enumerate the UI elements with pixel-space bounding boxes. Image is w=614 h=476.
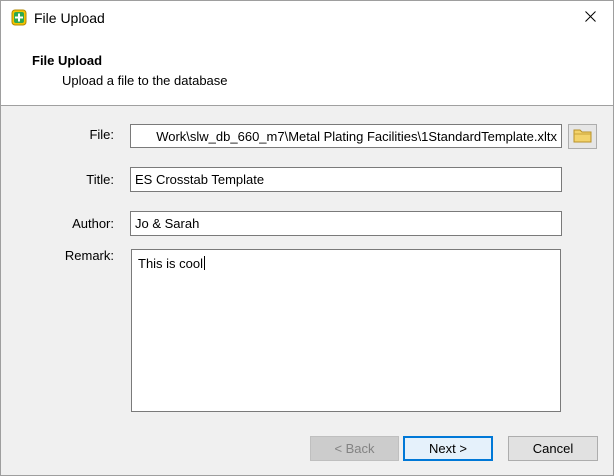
browse-button[interactable] [568, 124, 597, 149]
back-button[interactable]: < Back [310, 436, 399, 461]
file-path-value: Work\slw_db_660_m7\Metal Plating Facilit… [156, 128, 557, 144]
remark-value: This is cool [138, 256, 204, 271]
text-caret [204, 256, 206, 270]
header-subtitle: Upload a file to the database [62, 73, 228, 88]
file-path-input[interactable]: Work\slw_db_660_m7\Metal Plating Facilit… [130, 124, 562, 148]
title-label: Title: [86, 172, 114, 187]
app-plus-icon [11, 9, 27, 26]
author-label: Author: [72, 216, 114, 231]
window-title: File Upload [34, 10, 105, 26]
wizard-header: File Upload Upload a file to the databas… [1, 35, 613, 106]
remark-label: Remark: [64, 248, 114, 263]
file-upload-dialog: File Upload File Upload Upload a file to… [0, 0, 614, 476]
file-label: File: [89, 127, 114, 142]
close-button[interactable] [567, 1, 613, 34]
title-value: ES Crosstab Template [135, 172, 265, 187]
title-input[interactable]: ES Crosstab Template [130, 167, 562, 192]
next-button[interactable]: Next > [403, 436, 493, 461]
author-input[interactable]: Jo & Sarah [130, 211, 562, 236]
close-icon [584, 10, 596, 25]
title-bar: File Upload [1, 1, 613, 35]
folder-icon [573, 127, 593, 146]
author-value: Jo & Sarah [135, 216, 200, 231]
remark-textarea[interactable]: This is cool [131, 249, 561, 412]
cancel-button[interactable]: Cancel [508, 436, 598, 461]
header-title: File Upload [32, 53, 103, 68]
